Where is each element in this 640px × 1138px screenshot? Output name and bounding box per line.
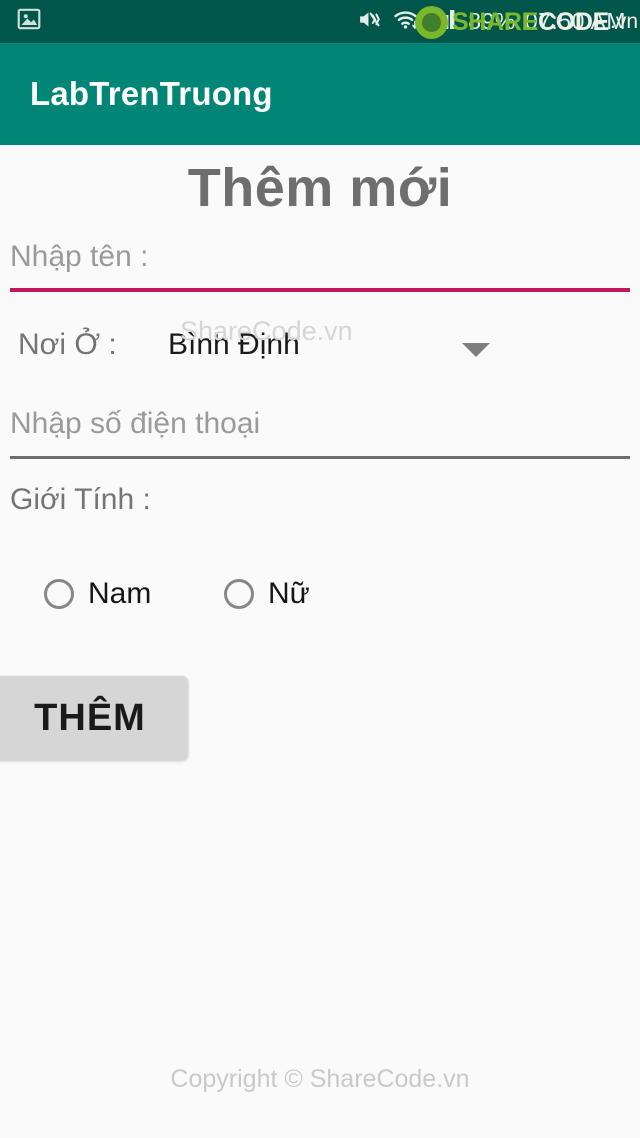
status-bar: 89% 07:50 AM bbox=[0, 0, 640, 43]
app-screen: 89% 07:50 AM SHARE CODE .vn LabTrenTruon… bbox=[0, 0, 640, 1138]
wifi-icon bbox=[392, 7, 423, 37]
gender-radio-group: Nam Nữ bbox=[0, 577, 640, 627]
place-spinner[interactable]: Bình Định ShareCode.vn bbox=[168, 316, 508, 377]
battery-percent: 89% bbox=[468, 8, 516, 34]
app-toolbar: LabTrenTruong bbox=[0, 43, 640, 145]
phone-input[interactable]: Nhập số điện thoại bbox=[10, 407, 630, 459]
radio-option-male[interactable]: Nam bbox=[44, 577, 151, 611]
name-input[interactable]: Nhập tên : bbox=[10, 240, 630, 292]
place-spinner-value: Bình Định bbox=[168, 328, 300, 361]
name-input-placeholder: Nhập tên : bbox=[10, 240, 149, 273]
gender-label: Giới Tính : bbox=[10, 483, 151, 516]
clock: 07:50 AM bbox=[524, 8, 626, 34]
radio-label-male: Nam bbox=[88, 577, 152, 610]
form-content: Thêm mới Nhập tên : Nơi Ở : Bình Định Sh… bbox=[0, 145, 640, 1138]
mute-icon bbox=[356, 7, 383, 37]
radio-circle-icon bbox=[44, 579, 74, 609]
status-bar-right: 89% 07:50 AM bbox=[356, 7, 626, 37]
radio-label-female: Nữ bbox=[268, 577, 310, 610]
place-row: Nơi Ở : Bình Định ShareCode.vn bbox=[0, 316, 640, 385]
app-title: LabTrenTruong bbox=[30, 75, 273, 112]
phone-input-placeholder: Nhập số điện thoại bbox=[10, 407, 261, 440]
add-button[interactable]: THÊM bbox=[0, 676, 188, 760]
place-label: Nơi Ở : bbox=[18, 328, 117, 361]
radio-option-female[interactable]: Nữ bbox=[224, 577, 310, 611]
signal-bars-icon bbox=[431, 7, 459, 36]
image-icon bbox=[16, 6, 42, 37]
chevron-down-icon bbox=[462, 343, 490, 357]
radio-circle-icon bbox=[224, 579, 254, 609]
footer-copyright: Copyright © ShareCode.vn bbox=[170, 1065, 470, 1093]
page-title: Thêm mới bbox=[187, 158, 453, 218]
status-bar-left bbox=[16, 6, 42, 37]
